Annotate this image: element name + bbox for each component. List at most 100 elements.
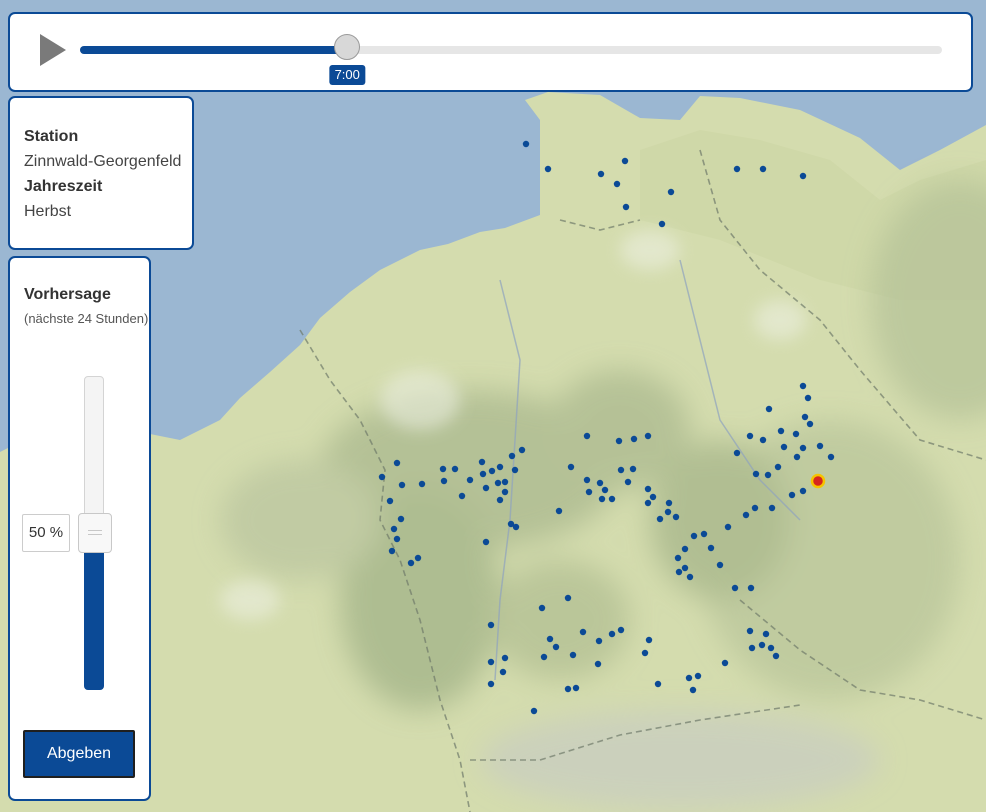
station-marker[interactable] [792,430,800,438]
station-marker[interactable] [496,496,504,504]
station-marker[interactable] [658,220,666,228]
station-marker[interactable] [788,491,796,499]
station-marker[interactable] [518,446,526,454]
submit-button[interactable]: Abgeben [23,730,135,778]
station-marker[interactable] [397,515,405,523]
play-icon[interactable] [40,34,66,66]
station-marker[interactable] [583,476,591,484]
station-marker[interactable] [629,465,637,473]
station-marker[interactable] [621,157,629,165]
station-marker[interactable] [716,561,724,569]
timeline-slider-thumb[interactable] [334,34,361,60]
station-marker[interactable] [689,686,697,694]
station-marker[interactable] [799,487,807,495]
station-marker[interactable] [700,530,708,538]
station-marker[interactable] [393,535,401,543]
station-marker[interactable] [501,654,509,662]
station-marker[interactable] [615,437,623,445]
station-marker[interactable] [624,478,632,486]
station-marker[interactable] [656,515,664,523]
station-marker[interactable] [482,538,490,546]
station-marker[interactable] [801,413,809,421]
station-marker[interactable] [707,544,715,552]
station-marker[interactable] [546,635,554,643]
station-marker[interactable] [583,432,591,440]
station-marker[interactable] [645,636,653,644]
station-marker[interactable] [747,584,755,592]
station-marker[interactable] [654,680,662,688]
station-marker[interactable] [768,504,776,512]
station-marker[interactable] [665,499,673,507]
station-marker[interactable] [759,436,767,444]
station-marker[interactable] [644,485,652,493]
station-marker[interactable] [608,495,616,503]
station-marker[interactable] [644,432,652,440]
station-marker[interactable] [378,473,386,481]
station-marker[interactable] [478,458,486,466]
station-marker[interactable] [664,508,672,516]
station-marker[interactable] [731,584,739,592]
station-marker[interactable] [733,449,741,457]
selected-station-marker[interactable] [810,473,826,489]
station-marker[interactable] [390,525,398,533]
station-marker[interactable] [799,382,807,390]
station-marker[interactable] [458,492,466,500]
station-marker[interactable] [765,405,773,413]
station-marker[interactable] [386,497,394,505]
station-marker[interactable] [487,680,495,688]
station-marker[interactable] [721,659,729,667]
station-marker[interactable] [479,470,487,478]
station-marker[interactable] [694,672,702,680]
probability-slider-handle[interactable] [78,513,112,553]
station-marker[interactable] [601,486,609,494]
station-marker[interactable] [567,463,575,471]
station-marker[interactable] [487,658,495,666]
station-marker[interactable] [530,707,538,715]
station-marker[interactable] [780,443,788,451]
station-marker[interactable] [751,504,759,512]
station-marker[interactable] [501,478,509,486]
station-marker[interactable] [774,463,782,471]
station-marker[interactable] [512,523,520,531]
station-marker[interactable] [742,511,750,519]
station-marker[interactable] [724,523,732,531]
station-marker[interactable] [594,660,602,668]
station-marker[interactable] [499,668,507,676]
station-marker[interactable] [552,643,560,651]
station-marker[interactable] [793,453,801,461]
station-marker[interactable] [748,644,756,652]
station-marker[interactable] [388,547,396,555]
station-marker[interactable] [681,545,689,553]
station-marker[interactable] [827,453,835,461]
station-marker[interactable] [685,674,693,682]
station-marker[interactable] [482,484,490,492]
station-marker[interactable] [451,465,459,473]
station-marker[interactable] [522,140,530,148]
station-marker[interactable] [799,444,807,452]
station-marker[interactable] [758,641,766,649]
station-marker[interactable] [414,554,422,562]
station-marker[interactable] [596,479,604,487]
station-marker[interactable] [816,442,824,450]
station-marker[interactable] [538,604,546,612]
station-marker[interactable] [746,432,754,440]
station-marker[interactable] [564,594,572,602]
station-marker[interactable] [644,499,652,507]
station-marker[interactable] [799,172,807,180]
station-marker[interactable] [398,481,406,489]
station-marker[interactable] [690,532,698,540]
station-marker[interactable] [675,568,683,576]
station-marker[interactable] [630,435,638,443]
station-marker[interactable] [764,471,772,479]
station-marker[interactable] [767,644,775,652]
station-marker[interactable] [569,651,577,659]
station-marker[interactable] [752,470,760,478]
station-marker[interactable] [585,488,593,496]
station-marker[interactable] [544,165,552,173]
station-marker[interactable] [595,637,603,645]
station-marker[interactable] [746,627,754,635]
station-marker[interactable] [494,479,502,487]
station-marker[interactable] [674,554,682,562]
station-marker[interactable] [733,165,741,173]
station-marker[interactable] [511,466,519,474]
